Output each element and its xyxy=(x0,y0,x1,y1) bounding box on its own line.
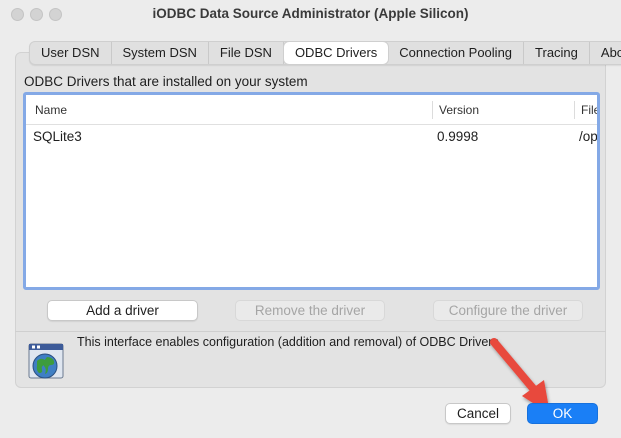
add-driver-button[interactable]: Add a driver xyxy=(47,300,198,321)
drivers-list[interactable]: Name Version File SQLite3 0.9998 /op xyxy=(23,92,600,290)
table-row[interactable]: SQLite3 0.9998 /op xyxy=(26,125,597,149)
tab-tracing[interactable]: Tracing xyxy=(524,42,590,64)
tab-file-dsn[interactable]: File DSN xyxy=(209,42,284,64)
globe-window-icon xyxy=(28,343,64,381)
tab-odbc-drivers[interactable]: ODBC Drivers xyxy=(283,42,389,64)
driver-file-cell: /op xyxy=(579,129,598,144)
column-separator[interactable] xyxy=(432,101,433,119)
column-separator[interactable] xyxy=(574,101,575,119)
column-header-name[interactable]: Name xyxy=(35,103,67,117)
info-text: This interface enables configuration (ad… xyxy=(77,335,503,349)
column-header-file[interactable]: File xyxy=(581,103,597,117)
tab-about[interactable]: About xyxy=(590,42,621,64)
driver-name-cell: SQLite3 xyxy=(33,129,82,144)
cancel-button[interactable]: Cancel xyxy=(445,403,511,424)
ok-button[interactable]: OK xyxy=(527,403,598,424)
drivers-section-label: ODBC Drivers that are installed on your … xyxy=(24,74,308,89)
tab-bar: User DSN System DSN File DSN ODBC Driver… xyxy=(29,41,621,65)
title-bar: iODBC Data Source Administrator (Apple S… xyxy=(0,0,621,30)
window-title: iODBC Data Source Administrator (Apple S… xyxy=(152,6,469,21)
tab-user-dsn[interactable]: User DSN xyxy=(30,42,112,64)
odbc-admin-window: iODBC Data Source Administrator (Apple S… xyxy=(0,0,621,438)
column-header-version[interactable]: Version xyxy=(439,103,479,117)
configure-driver-button[interactable]: Configure the driver xyxy=(433,300,583,321)
remove-driver-button[interactable]: Remove the driver xyxy=(235,300,385,321)
tab-connection-pooling[interactable]: Connection Pooling xyxy=(388,42,525,64)
driver-version-cell: 0.9998 xyxy=(437,129,479,144)
drivers-list-header: Name Version File xyxy=(26,95,597,125)
tab-system-dsn[interactable]: System DSN xyxy=(112,42,209,64)
